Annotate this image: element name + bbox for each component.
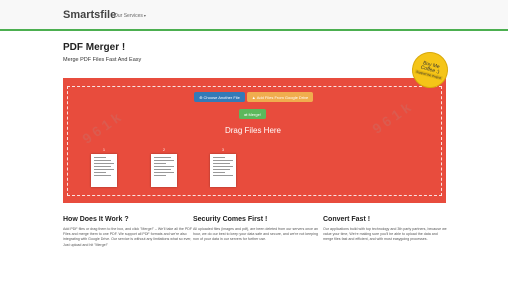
services-label: Our Services [114, 13, 143, 19]
info-body: All uploaded files (images and pdf), are… [193, 227, 319, 242]
services-dropdown[interactable]: Our Services▾ [114, 13, 146, 19]
info-title: How Does It Work ? [63, 216, 129, 223]
file-number: 3 [222, 148, 224, 152]
merge-button[interactable]: ⇄ Merge! [239, 109, 266, 119]
choose-file-button[interactable]: ⊕ Choose Another File [194, 92, 245, 102]
info-column-how: How Does It Work ? Add PDF files or drag… [63, 216, 193, 248]
choose-file-label: Choose Another File [203, 94, 240, 100]
pdf-page-icon [91, 154, 117, 187]
navbar: Smartsfile Our Services▾ [0, 0, 508, 31]
info-column-convert: Convert Fast ! Our applications build wi… [323, 216, 448, 243]
info-body: Our applications build with top technolo… [323, 227, 447, 242]
drop-zone-border [67, 86, 442, 196]
info-title: Convert Fast ! [323, 216, 371, 223]
info-body: Add PDF files or drag them to the box, a… [63, 227, 193, 247]
drag-files-text: Drag Files Here [224, 126, 281, 135]
file-number: 2 [163, 148, 165, 152]
pdf-page-icon [151, 154, 177, 187]
file-thumbnail[interactable]: 3 [210, 148, 236, 187]
google-drive-label: Add Files From Google Drive [256, 94, 309, 100]
pdf-page-icon [210, 154, 236, 187]
file-number: 1 [103, 148, 105, 152]
google-drive-icon: ▲ [251, 94, 256, 100]
upload-icon: ⊕ [199, 94, 203, 100]
info-column-security: Security Comes First ! All uploaded file… [193, 216, 323, 243]
file-thumbnail[interactable]: 1 [91, 148, 117, 187]
merge-label: Merge! [248, 111, 261, 117]
merge-icon: ⇄ [244, 111, 248, 117]
file-thumbnail[interactable]: 2 [151, 148, 177, 187]
caret-down-icon: ▾ [143, 13, 146, 18]
page-title: PDF Merger ! [63, 42, 126, 53]
brand-logo[interactable]: Smartsfile [63, 9, 116, 21]
google-drive-button[interactable]: ▲ Add Files From Google Drive [247, 92, 313, 102]
info-title: Security Comes First ! [193, 216, 268, 223]
page-subtitle: Merge PDF Files Fast And Easy [63, 57, 142, 63]
